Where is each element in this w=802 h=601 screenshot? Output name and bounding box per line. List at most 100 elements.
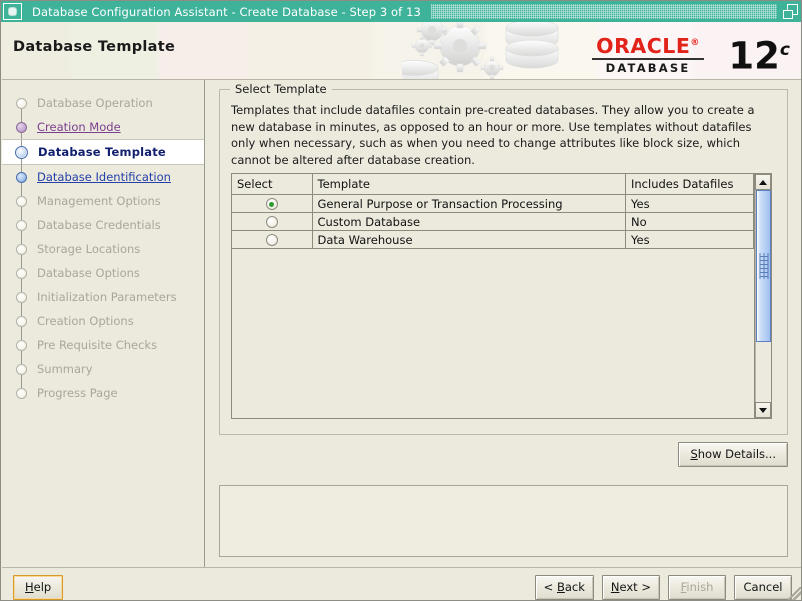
sidebar-item-progress-page: Progress Page	[2, 381, 204, 405]
sidebar-item-database-options: Database Options	[2, 261, 204, 285]
groupbox-title: Select Template	[230, 82, 332, 96]
column-header-template[interactable]: Template	[312, 174, 626, 195]
template-table-scrollbar[interactable]	[754, 174, 771, 418]
sidebar-item-label: Database Credentials	[37, 218, 161, 232]
restore-front-square	[783, 10, 793, 19]
window-titlebar: Database Configuration Assistant - Creat…	[1, 1, 801, 22]
step-bullet-icon	[16, 219, 27, 231]
sidebar-item-label[interactable]: Creation Mode	[37, 120, 121, 134]
template-radio-selected[interactable]	[265, 198, 278, 210]
sidebar-item-database-identification[interactable]: Database Identification	[2, 165, 204, 189]
sidebar-item-label: Storage Locations	[37, 242, 141, 256]
oracle-rule	[592, 57, 704, 60]
oracle-database-word: DATABASE	[605, 60, 691, 75]
row-includes-datafiles: Yes	[625, 194, 754, 213]
step-bullet-icon	[16, 243, 27, 255]
column-header-includes-datafiles[interactable]: Includes Datafiles	[625, 174, 754, 195]
step-bullet-icon	[16, 387, 27, 399]
sidebar-item-label: Progress Page	[37, 386, 118, 400]
table-row[interactable]: General Purpose or Transaction Processin…	[232, 194, 754, 213]
select-template-groupbox: Select Template Templates that include d…	[219, 82, 788, 435]
step-bullet-icon	[16, 363, 27, 375]
row-template-name: General Purpose or Transaction Processin…	[312, 194, 626, 213]
row-select-cell[interactable]	[232, 212, 313, 231]
cancel-button[interactable]: Cancel	[734, 575, 792, 600]
table-row[interactable]: Custom Database No	[232, 212, 754, 231]
step-bullet-icon	[15, 145, 28, 159]
sidebar-item-label: Creation Options	[37, 314, 134, 328]
finish-button: Finish	[668, 575, 726, 600]
titlebar-texture	[430, 4, 777, 19]
row-select-cell[interactable]	[232, 230, 313, 249]
wizard-steps-list: Database Operation Creation Mode Databas…	[2, 80, 204, 405]
step-bullet-icon	[16, 121, 27, 133]
window-resize-grip[interactable]	[788, 587, 801, 600]
sidebar-item-label: Database Options	[37, 266, 140, 280]
show-details-button[interactable]: Show Details...	[678, 442, 788, 467]
sidebar-item-pre-requisite-checks: Pre Requisite Checks	[2, 333, 204, 357]
template-table-container: Select Template Includes Datafiles Gener…	[231, 173, 772, 419]
arrow-glyph	[759, 407, 767, 413]
sidebar-item-creation-options: Creation Options	[2, 309, 204, 333]
oracle-version: 12c	[728, 34, 790, 78]
row-select-cell[interactable]	[232, 194, 313, 213]
sidebar-item-label: Pre Requisite Checks	[37, 338, 158, 352]
sidebar-item-database-credentials: Database Credentials	[2, 213, 204, 237]
gears-database-watermark	[402, 22, 559, 79]
window-menu-glyph	[8, 7, 17, 16]
sidebar-item-management-options: Management Options	[2, 189, 204, 213]
page-banner: Database Template ORACLE® DATABASE 12c	[2, 22, 801, 80]
template-radio[interactable]	[265, 216, 278, 228]
page-title: Database Template	[13, 39, 176, 55]
sidebar-item-database-template[interactable]: Database Template	[2, 139, 204, 166]
step-bullet-icon	[16, 339, 27, 351]
window-menu-icon[interactable]	[3, 3, 22, 20]
sidebar-item-initialization-parameters: Initialization Parameters	[2, 285, 204, 309]
column-header-select[interactable]: Select	[232, 174, 313, 195]
template-table-area: Select Template Includes Datafiles Gener…	[232, 174, 754, 418]
step-bullet-icon	[16, 97, 27, 109]
step-bullet-icon	[16, 315, 27, 327]
sidebar-item-label: Initialization Parameters	[37, 290, 177, 304]
window-restore-icon[interactable]	[783, 4, 798, 19]
window-title: Database Configuration Assistant - Creat…	[32, 4, 421, 19]
show-details-row: Show Details...	[219, 442, 788, 467]
scrollbar-thumb[interactable]	[756, 190, 771, 342]
sidebar-item-label: Management Options	[37, 194, 161, 208]
template-description: Templates that include datafiles contain…	[231, 103, 755, 167]
row-template-name: Data Warehouse	[312, 230, 626, 249]
sidebar-item-label: Database Operation	[37, 96, 153, 110]
row-includes-datafiles: Yes	[625, 230, 754, 249]
step-bullet-icon	[16, 267, 27, 279]
scroll-up-arrow-icon[interactable]	[755, 174, 771, 190]
sidebar-item-database-operation: Database Operation	[2, 91, 204, 115]
oracle-logo: ORACLE® DATABASE	[592, 33, 704, 75]
table-row[interactable]: Data Warehouse Yes	[232, 230, 754, 249]
scrollbar-track[interactable]	[755, 190, 771, 402]
help-button-wrap: Help	[13, 575, 64, 600]
sidebar-item-label[interactable]: Database Identification	[37, 170, 171, 184]
wizard-footer: Help < Back Next > Finish Cancel	[2, 567, 801, 600]
template-radio[interactable]	[265, 234, 278, 246]
step-bullet-icon	[16, 171, 27, 183]
sidebar-item-label: Summary	[37, 362, 93, 376]
oracle-wordmark: ORACLE®	[596, 33, 700, 58]
sidebar-item-summary: Summary	[2, 357, 204, 381]
dbca-window: Database Configuration Assistant - Creat…	[0, 0, 802, 601]
wizard-steps-sidebar: Database Operation Creation Mode Databas…	[2, 80, 205, 567]
scrollbar-grip-icon	[759, 253, 768, 279]
template-table: Select Template Includes Datafiles Gener…	[232, 174, 754, 249]
next-button[interactable]: Next >	[601, 575, 660, 600]
step-bullet-icon	[16, 291, 27, 303]
row-template-name: Custom Database	[312, 212, 626, 231]
arrow-glyph	[759, 179, 767, 185]
scroll-down-arrow-icon[interactable]	[755, 402, 771, 418]
row-includes-datafiles: No	[625, 212, 754, 231]
help-button[interactable]: Help	[13, 575, 64, 600]
main-content: Select Template Templates that include d…	[206, 80, 801, 567]
sidebar-item-label: Database Template	[38, 145, 166, 159]
back-button[interactable]: < Back	[534, 575, 594, 600]
sidebar-item-storage-locations: Storage Locations	[2, 237, 204, 261]
step-bullet-icon	[16, 195, 27, 207]
sidebar-item-creation-mode[interactable]: Creation Mode	[2, 115, 204, 139]
